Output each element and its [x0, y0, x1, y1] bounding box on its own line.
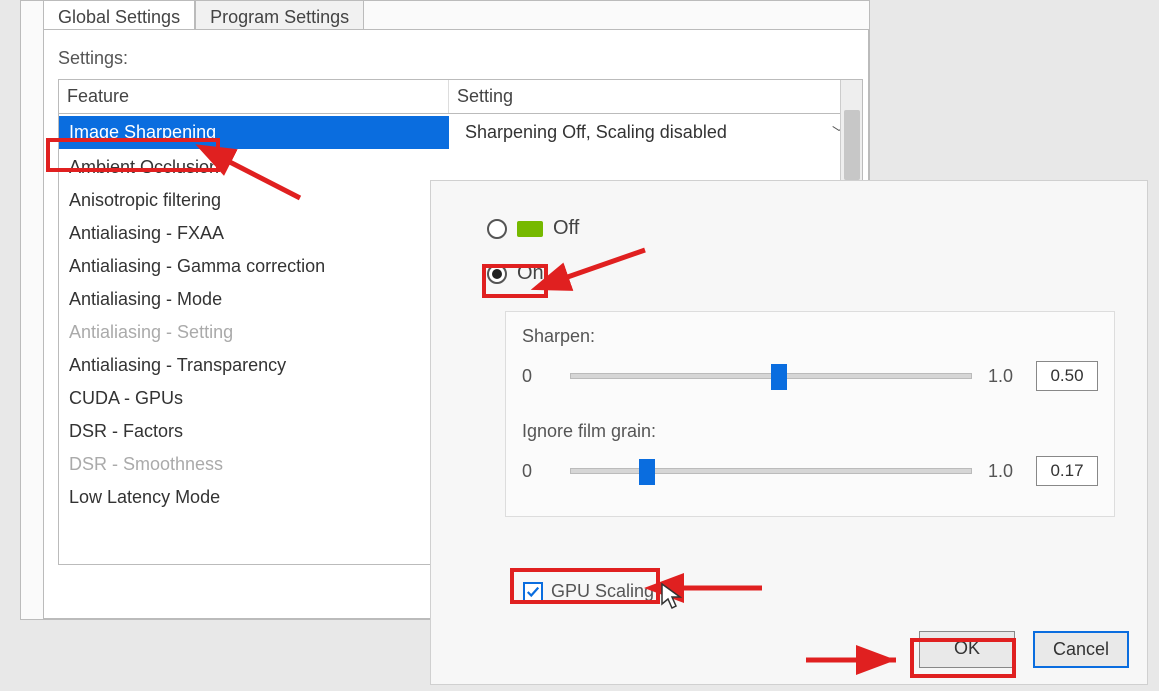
feature-label: Anisotropic filtering: [59, 184, 449, 217]
radio-off[interactable]: Off: [487, 217, 579, 240]
slider-thumb[interactable]: [639, 459, 655, 485]
settings-label: Settings:: [58, 48, 854, 69]
sharpening-popup: Off On Sharpen: 0 1.0 0.50 Ignore film g…: [430, 180, 1148, 685]
slider-thumb[interactable]: [771, 364, 787, 390]
feature-label: Antialiasing - Setting: [59, 316, 449, 349]
column-header-feature[interactable]: Feature: [59, 80, 449, 113]
sharpen-slider[interactable]: [570, 373, 972, 379]
gpu-scaling-label: GPU Scaling: [551, 581, 654, 602]
feature-label: Antialiasing - FXAA: [59, 217, 449, 250]
radio-off-label: Off: [553, 217, 579, 240]
radio-icon: [487, 264, 507, 284]
feature-label: Antialiasing - Gamma correction: [59, 250, 449, 283]
gpu-scaling-checkbox[interactable]: GPU Scaling: [523, 581, 654, 602]
scrollbar-thumb[interactable]: [844, 110, 860, 180]
radio-on-label: On: [517, 262, 544, 285]
grain-value-box[interactable]: 0.17: [1036, 456, 1098, 486]
grain-max: 1.0: [988, 461, 1020, 482]
feature-label: DSR - Smoothness: [59, 448, 449, 481]
setting-value: Sharpening Off, Scaling disabled: [465, 122, 727, 143]
grain-slider[interactable]: [570, 468, 972, 474]
feature-label: Image Sharpening: [59, 116, 449, 149]
sharpen-value-box[interactable]: 0.50: [1036, 361, 1098, 391]
checkbox-icon: [523, 582, 543, 602]
radio-icon: [487, 219, 507, 239]
radio-on[interactable]: On: [487, 262, 579, 285]
nvidia-badge-icon: [517, 221, 543, 237]
cancel-button[interactable]: Cancel: [1033, 631, 1129, 668]
ok-button[interactable]: OK: [919, 631, 1015, 668]
slider-group: Sharpen: 0 1.0 0.50 Ignore film grain: 0…: [505, 311, 1115, 517]
feature-row-image-sharpening[interactable]: Image Sharpening Sharpening Off, Scaling…: [59, 114, 862, 151]
setting-dropdown[interactable]: Sharpening Off, Scaling disabled ﹀: [459, 120, 852, 145]
grain-label: Ignore film grain:: [522, 421, 1098, 442]
sharpen-label: Sharpen:: [522, 326, 1098, 347]
sharpen-min: 0: [522, 366, 554, 387]
feature-label: Low Latency Mode: [59, 481, 449, 514]
feature-label: Ambient Occlusion: [59, 151, 449, 184]
feature-label: DSR - Factors: [59, 415, 449, 448]
column-header-setting[interactable]: Setting: [449, 80, 862, 113]
feature-label: CUDA - GPUs: [59, 382, 449, 415]
sharpen-max: 1.0: [988, 366, 1020, 387]
grain-min: 0: [522, 461, 554, 482]
feature-label: Antialiasing - Transparency: [59, 349, 449, 382]
feature-label: Antialiasing - Mode: [59, 283, 449, 316]
